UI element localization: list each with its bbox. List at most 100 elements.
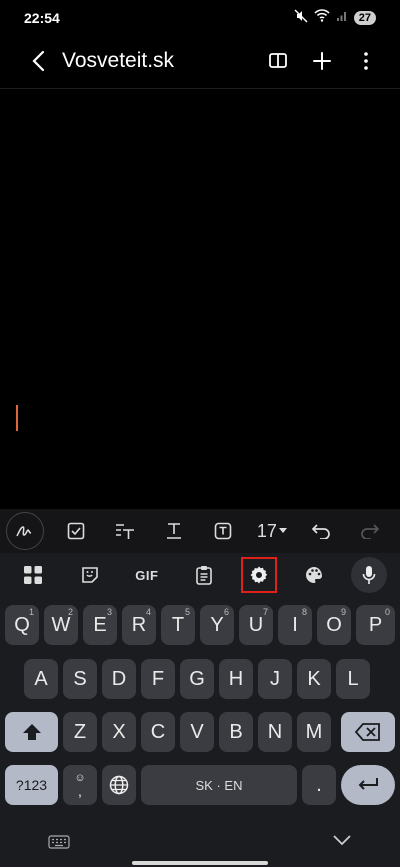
checkbox-button[interactable] (52, 509, 101, 553)
key-x[interactable]: X (102, 712, 136, 752)
key-q[interactable]: Q1 (5, 605, 39, 645)
status-bar: 22:54 27 (0, 0, 400, 36)
keyboard-switch-button[interactable] (48, 835, 70, 854)
gesture-handle[interactable] (132, 861, 268, 865)
backspace-icon (355, 723, 380, 741)
key-j[interactable]: J (258, 659, 292, 699)
enter-key[interactable] (341, 765, 395, 805)
key-row-4: ?123 ☺ , SK · EN . (0, 765, 400, 805)
key-h[interactable]: H (219, 659, 253, 699)
gear-icon (250, 566, 268, 584)
clipboard-button[interactable] (184, 557, 224, 593)
handwriting-button[interactable] (6, 512, 44, 550)
status-time: 22:54 (24, 10, 60, 26)
key-t[interactable]: T5 (161, 605, 195, 645)
note-editor[interactable] (0, 89, 400, 509)
key-v[interactable]: V (180, 712, 214, 752)
hide-keyboard-button[interactable] (332, 833, 352, 851)
key-d[interactable]: D (102, 659, 136, 699)
key-w[interactable]: W2 (44, 605, 78, 645)
battery-indicator: 27 (353, 11, 376, 25)
wifi-icon (314, 9, 330, 27)
shift-arrow-icon (22, 724, 41, 740)
signal-icon (336, 9, 348, 27)
undo-button[interactable] (296, 509, 345, 553)
text-style-button[interactable] (101, 509, 150, 553)
checkbox-icon (68, 522, 85, 540)
underline-button[interactable] (150, 509, 199, 553)
key-y[interactable]: Y6 (200, 605, 234, 645)
key-n[interactable]: N (258, 712, 292, 752)
text-caret (16, 405, 18, 431)
period-key[interactable]: . (302, 765, 336, 805)
keyboard-settings-button[interactable] (241, 557, 278, 593)
apps-button[interactable] (13, 557, 53, 593)
microphone-icon (363, 566, 376, 584)
plus-icon (313, 52, 331, 70)
emoji-comma-key[interactable]: ☺ , (63, 765, 97, 805)
backspace-key[interactable] (341, 712, 395, 752)
key-c[interactable]: C (141, 712, 175, 752)
globe-icon (109, 775, 129, 795)
key-row-2: A S D F G H J K L (0, 659, 400, 699)
app-bar: Vosveteit.sk (0, 36, 400, 86)
app-actions (260, 43, 384, 79)
page-title: Vosveteit.sk (62, 49, 175, 72)
shift-key[interactable] (5, 712, 58, 752)
font-size-selector[interactable]: 17 (247, 509, 296, 553)
text-box-button[interactable] (199, 509, 248, 553)
text-underline-icon (167, 523, 182, 539)
key-g[interactable]: G (180, 659, 214, 699)
keyboard: GIF Q1 W2 E3 R4 T5 Y6 U7 I8 O9 P0 A S D … (0, 553, 400, 867)
keyboard-toolbar: GIF (0, 553, 400, 597)
text-style-icon (116, 524, 135, 539)
key-a[interactable]: A (24, 659, 58, 699)
undo-icon (311, 524, 330, 539)
add-button[interactable] (304, 43, 340, 79)
text-box-icon (214, 522, 232, 540)
clipboard-icon (196, 566, 212, 585)
sticker-button[interactable] (70, 557, 110, 593)
back-button[interactable] (16, 39, 60, 83)
voice-input-button[interactable] (351, 557, 388, 593)
palette-icon (306, 567, 323, 583)
key-i[interactable]: I8 (278, 605, 312, 645)
mute-icon (294, 9, 308, 28)
key-b[interactable]: B (219, 712, 253, 752)
navigation-bar (0, 823, 400, 867)
font-size-value: 17 (256, 520, 277, 541)
status-icons: 27 (294, 9, 376, 28)
more-vert-icon (364, 52, 368, 70)
keyboard-icon (48, 835, 70, 849)
redo-button[interactable] (345, 509, 394, 553)
theme-button[interactable] (294, 557, 334, 593)
redo-icon (360, 524, 379, 539)
key-r[interactable]: R4 (122, 605, 156, 645)
key-f[interactable]: F (141, 659, 175, 699)
language-key[interactable] (102, 765, 136, 805)
key-row-1: Q1 W2 E3 R4 T5 Y6 U7 I8 O9 P0 (0, 605, 400, 645)
space-key[interactable]: SK · EN (141, 765, 297, 805)
key-u[interactable]: U7 (239, 605, 273, 645)
chevron-down-icon (333, 835, 351, 846)
enter-icon (358, 778, 378, 790)
key-m[interactable]: M (297, 712, 331, 752)
gif-button[interactable]: GIF (127, 557, 167, 593)
format-toolbar: 17 (0, 509, 400, 553)
handwriting-icon (16, 526, 32, 537)
key-o[interactable]: O9 (317, 605, 351, 645)
more-options-button[interactable] (348, 43, 384, 79)
book-icon (269, 53, 287, 68)
key-l[interactable]: L (336, 659, 370, 699)
book-view-button[interactable] (260, 43, 296, 79)
back-arrow-icon (32, 50, 45, 72)
symbols-key[interactable]: ?123 (5, 765, 58, 805)
key-p[interactable]: P0 (356, 605, 395, 645)
key-z[interactable]: Z (63, 712, 97, 752)
grid-icon (23, 566, 42, 584)
key-k[interactable]: K (297, 659, 331, 699)
sticker-icon (81, 567, 98, 583)
key-e[interactable]: E3 (83, 605, 117, 645)
dropdown-arrow-icon (278, 528, 287, 533)
key-s[interactable]: S (63, 659, 97, 699)
